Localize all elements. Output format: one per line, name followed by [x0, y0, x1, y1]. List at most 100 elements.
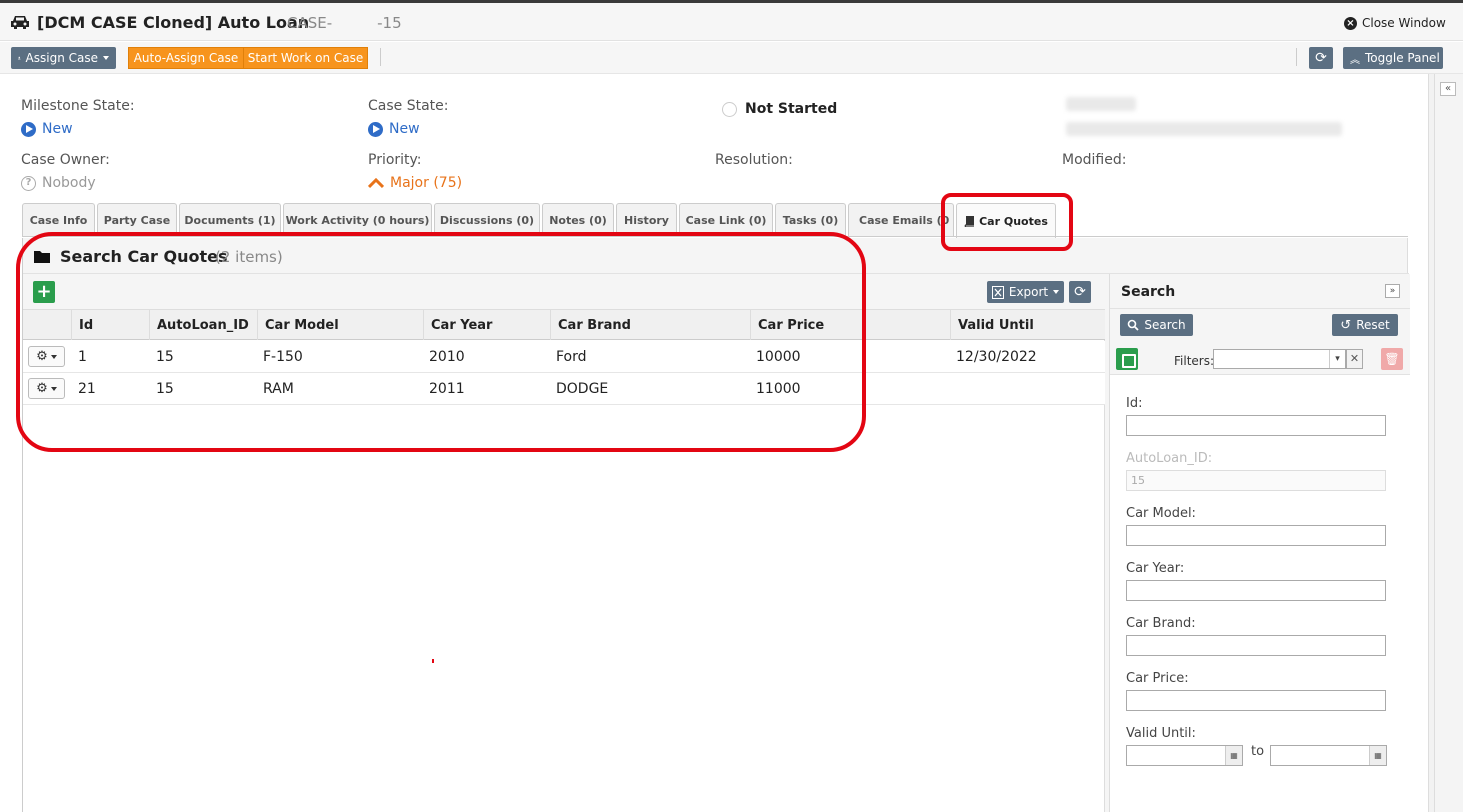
toggle-panel-button[interactable]: ︽ Toggle Panel — [1343, 47, 1443, 69]
search-button-label: Search — [1144, 318, 1186, 332]
red-mark — [432, 659, 434, 663]
status-circle-icon — [722, 102, 737, 117]
vertical-scrollbar[interactable] — [1428, 74, 1435, 812]
tab-history[interactable]: History — [616, 203, 677, 237]
car-price-field[interactable] — [1126, 690, 1386, 711]
filters-bar: Filters: ▾ ✕ 🗑 — [1110, 340, 1410, 375]
auto-assign-button[interactable]: Auto-Assign Case — [128, 47, 244, 69]
toolbar-divider — [1296, 48, 1297, 66]
add-button[interactable]: + — [33, 281, 55, 303]
tab-discussions[interactable]: Discussions (0) — [434, 203, 540, 237]
collapse-icon[interactable]: « — [1440, 82, 1456, 96]
case-state-text: New — [389, 121, 420, 137]
milestone-state-label: Milestone State: — [21, 98, 135, 114]
table-row[interactable]: ⚙ 21 15 RAM 2011 DODGE 11000 — [23, 373, 1105, 405]
play-circle-icon — [368, 121, 383, 137]
row-actions-button[interactable]: ⚙ — [28, 346, 65, 367]
cell-car-year: 2010 — [429, 349, 465, 365]
actions-column-header — [23, 310, 71, 340]
car-icon — [11, 16, 29, 29]
question-circle-icon: ? — [21, 175, 36, 191]
export-button[interactable]: Export — [987, 281, 1064, 303]
tab-work-activity[interactable]: Work Activity (0 hours) — [283, 203, 432, 237]
modified-label: Modified: — [1062, 152, 1127, 168]
toggle-panel-label: Toggle Panel — [1365, 51, 1440, 65]
column-header-valid-until[interactable]: Valid Until — [950, 310, 1105, 340]
close-window-button[interactable]: × Close Window — [1344, 16, 1446, 30]
case-toolbar: Assign Case Auto-Assign Case Start Work … — [0, 42, 1463, 74]
cell-valid-until: 12/30/2022 — [956, 349, 1037, 365]
close-window-label: Close Window — [1362, 16, 1446, 30]
grid-refresh-button[interactable]: ⟳ — [1069, 281, 1091, 303]
tab-case-emails[interactable]: Case Emails (0 — [848, 203, 954, 237]
tabs-divider — [22, 236, 1408, 237]
column-header-car-model[interactable]: Car Model — [257, 310, 423, 340]
tab-case-info[interactable]: Case Info — [22, 203, 95, 237]
id-field[interactable] — [1126, 415, 1386, 436]
car-model-field-label: Car Model: — [1126, 506, 1196, 521]
chevron-down-icon — [50, 386, 57, 391]
priority-value[interactable]: Major (75) — [368, 175, 462, 191]
refresh-icon: ⟳ — [1315, 50, 1327, 66]
filters-select[interactable]: ▾ — [1213, 349, 1346, 369]
side-panel-strip — [1435, 74, 1463, 812]
car-model-field[interactable] — [1126, 525, 1386, 546]
reset-button[interactable]: ↺ Reset — [1332, 314, 1398, 336]
search-pane-header: Search » — [1110, 274, 1410, 309]
cell-car-brand: Ford — [556, 349, 587, 365]
assign-case-button[interactable]: Assign Case — [11, 47, 116, 69]
car-quotes-panel: Search Car Quotes (2 items) + Export ⟳ I… — [22, 238, 1410, 812]
assign-case-label: Assign Case — [25, 51, 98, 65]
row-actions-button[interactable]: ⚙ — [28, 378, 65, 399]
save-icon[interactable] — [1116, 348, 1138, 370]
column-header-id[interactable]: Id — [71, 310, 149, 340]
search-button[interactable]: Search — [1120, 314, 1193, 336]
trash-icon[interactable]: 🗑 — [1381, 348, 1403, 370]
milestone-state-value[interactable]: New — [21, 121, 73, 137]
tab-notes[interactable]: Notes (0) — [542, 203, 614, 237]
export-label: Export — [1008, 285, 1049, 299]
filters-clear-button[interactable]: ✕ — [1346, 349, 1363, 369]
search-pane: Search » Search ↺ Reset Filters: ▾ ✕ 🗑 I… — [1109, 274, 1410, 812]
case-owner-value[interactable]: ? Nobody — [21, 175, 96, 191]
close-circle-icon: × — [1344, 16, 1357, 30]
tab-car-quotes[interactable]: Car Quotes — [956, 203, 1056, 238]
tab-documents[interactable]: Documents (1) — [179, 203, 281, 237]
valid-until-to-field[interactable]: ▦ — [1270, 745, 1387, 766]
valid-until-from-field[interactable]: ▦ — [1126, 745, 1243, 766]
play-circle-icon — [21, 121, 36, 137]
start-work-button[interactable]: Start Work on Case — [243, 47, 368, 69]
table-row[interactable]: ⚙ 1 15 F-150 2010 Ford 10000 12/30/2022 — [23, 341, 1105, 373]
resolution-label: Resolution: — [715, 152, 793, 168]
car-brand-field[interactable] — [1126, 635, 1386, 656]
car-year-field[interactable] — [1126, 580, 1386, 601]
case-number: CASE- -15 — [287, 14, 402, 32]
car-brand-field-label: Car Brand: — [1126, 616, 1196, 631]
cell-car-model: F-150 — [263, 349, 303, 365]
cell-autoloan-id: 15 — [156, 381, 174, 397]
column-header-car-brand[interactable]: Car Brand — [550, 310, 750, 340]
column-header-autoloan-id[interactable]: AutoLoan_ID — [149, 310, 257, 340]
redacted-text — [1066, 122, 1342, 136]
folder-icon — [34, 251, 50, 263]
tab-car-quotes-label: Car Quotes — [979, 214, 1048, 228]
refresh-button[interactable]: ⟳ — [1309, 47, 1333, 69]
tab-case-link[interactable]: Case Link (0) — [679, 203, 773, 237]
tab-tasks[interactable]: Tasks (0) — [775, 203, 846, 237]
reset-icon: ↺ — [1340, 317, 1352, 333]
chevron-down-icon — [103, 56, 109, 60]
search-actions: Search ↺ Reset — [1110, 309, 1410, 340]
item-count: (2 items) — [215, 248, 283, 266]
calendar-icon[interactable]: ▦ — [1225, 746, 1242, 765]
column-header-car-price[interactable]: Car Price — [750, 310, 950, 340]
gear-icon: ⚙ — [36, 349, 48, 364]
user-icon — [18, 56, 21, 60]
case-state-value[interactable]: New — [368, 121, 420, 137]
redacted-text — [1066, 97, 1136, 111]
car-quotes-grid: + Export ⟳ Id AutoLoan_ID Car Model Car … — [23, 274, 1105, 812]
column-header-car-year[interactable]: Car Year — [423, 310, 550, 340]
filters-label: Filters: — [1174, 354, 1215, 368]
tab-party-case[interactable]: Party Case — [97, 203, 177, 237]
expand-icon[interactable]: » — [1385, 284, 1400, 298]
calendar-icon[interactable]: ▦ — [1369, 746, 1386, 765]
